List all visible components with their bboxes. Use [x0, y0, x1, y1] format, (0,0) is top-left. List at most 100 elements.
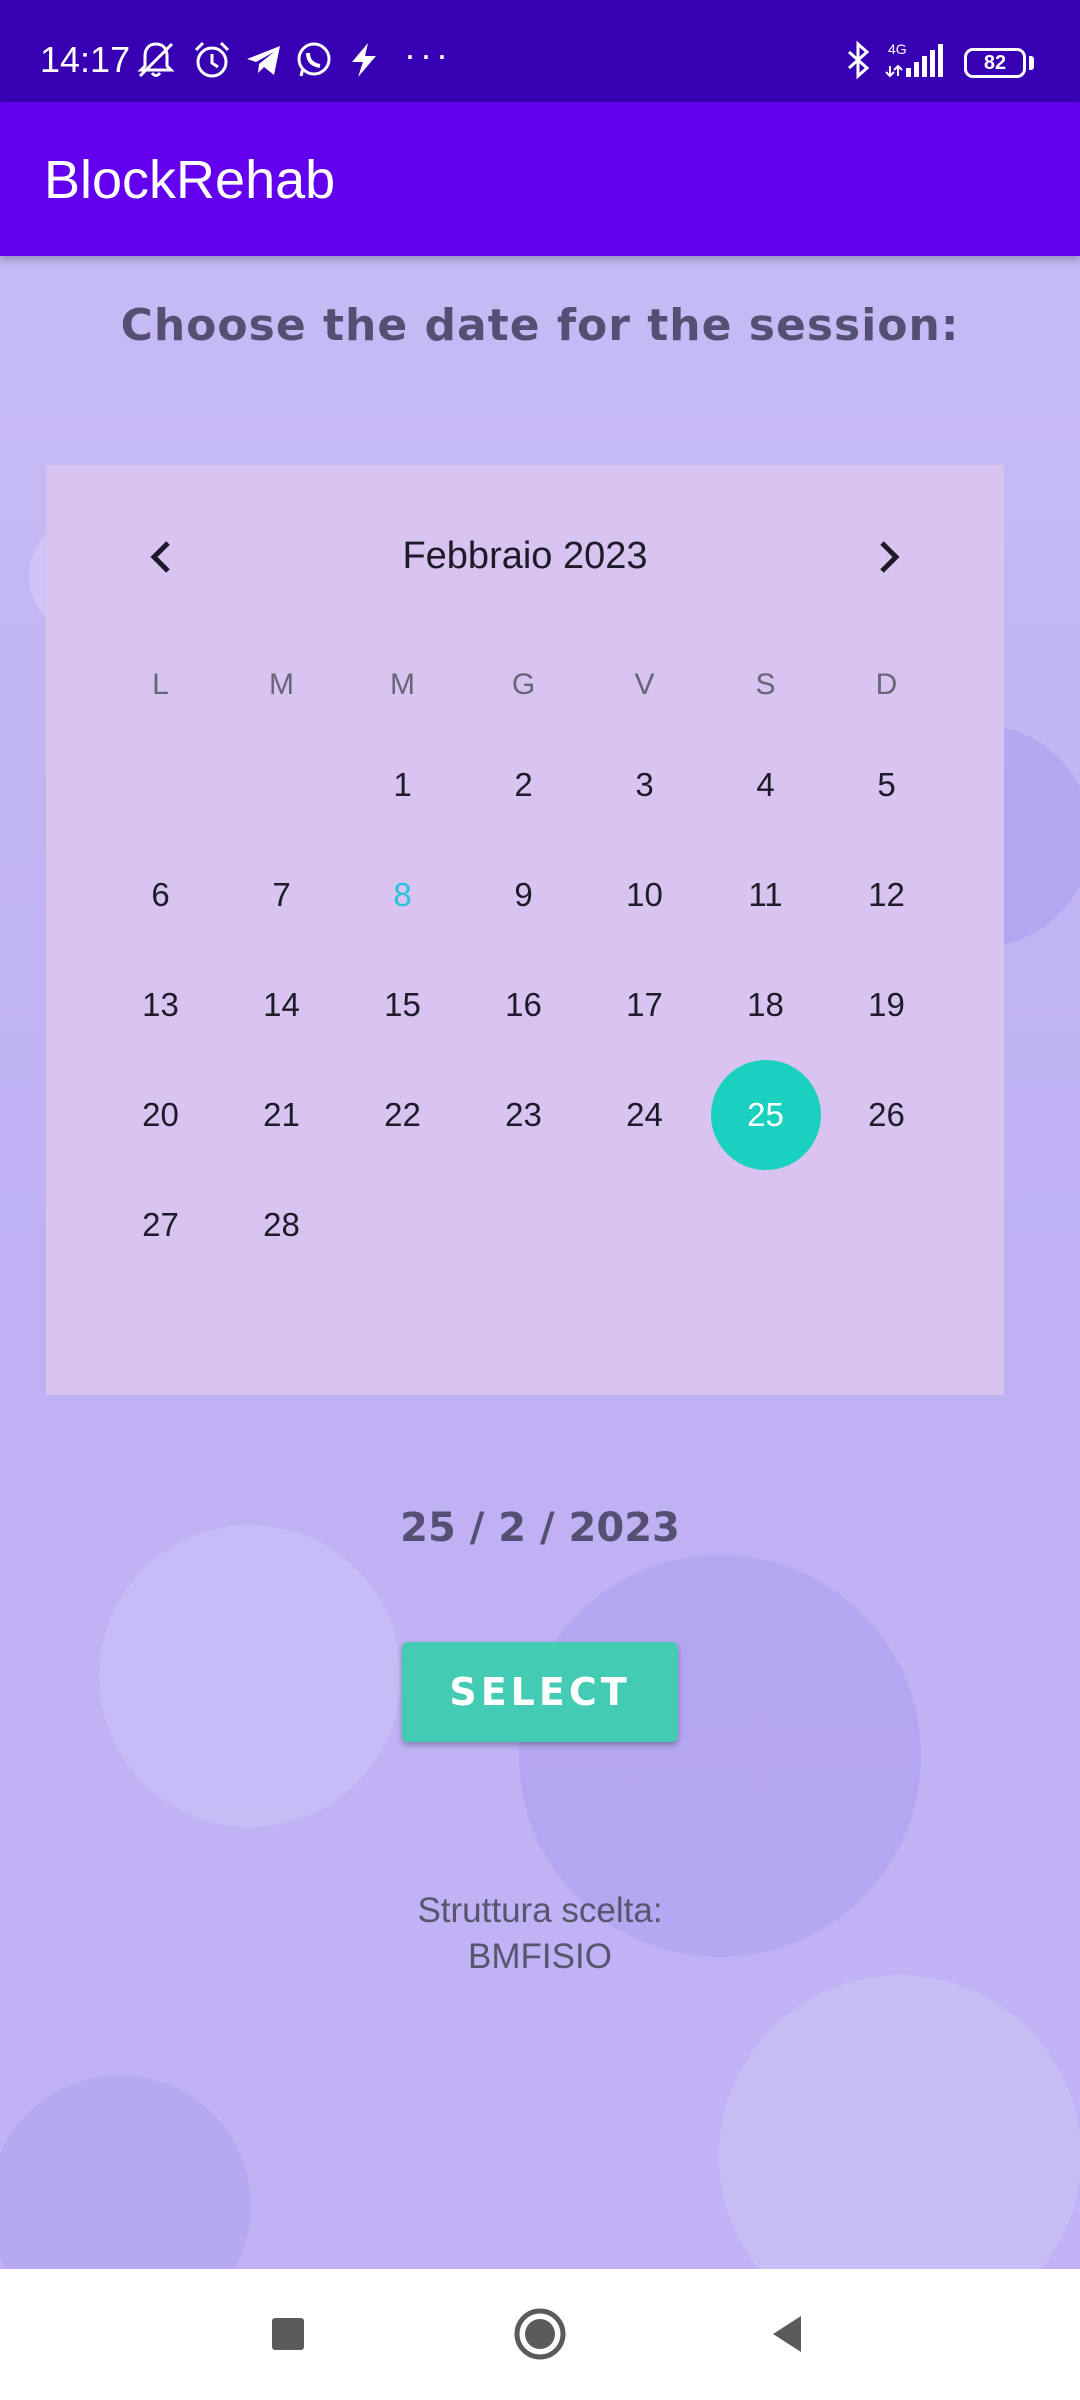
calendar-day-number: 25 [710, 1060, 821, 1170]
calendar-day-number: 21 [263, 1096, 300, 1133]
calendar-month-label: Febbraio 2023 [402, 535, 648, 577]
calendar-day-number: 26 [868, 1096, 905, 1133]
calendar-day[interactable]: 5 [826, 730, 947, 840]
calendar-day[interactable]: 16 [463, 950, 584, 1060]
calendar-day-number: 1 [393, 766, 412, 803]
calendar-day[interactable]: 12 [826, 840, 947, 950]
home-button[interactable] [505, 2299, 575, 2369]
calendar-day-number: 2 [514, 766, 533, 803]
calendar-day-number: 22 [384, 1096, 421, 1133]
bluetooth-icon [836, 38, 880, 82]
app-title: BlockRehab [44, 150, 336, 210]
calendar-day[interactable]: 9 [463, 840, 584, 950]
calendar-day-number: 6 [151, 876, 170, 913]
weekday-label: M [269, 668, 294, 701]
calendar-day-number: 19 [868, 986, 905, 1023]
calendar-day[interactable]: 6 [100, 840, 221, 950]
calendar-day-grid: 1 2 3 4 5 6 7 8 9 10 11 12 13 14 15 16 17 18 19 20 21 22 23 24 2… [100, 730, 950, 1280]
calendar-day-number: 14 [263, 986, 300, 1023]
battery-tip [1029, 56, 1034, 70]
calendar-day-number: 17 [626, 986, 663, 1023]
battery-indicator: 82 [964, 48, 1026, 78]
notifications-muted-icon [134, 38, 178, 82]
calendar-day[interactable]: 4 [705, 730, 826, 840]
calendar-day-number: 5 [877, 766, 896, 803]
calendar-day[interactable]: 3 [584, 730, 705, 840]
page-heading: Choose the date for the session: [120, 300, 960, 351]
system-navigation-bar [0, 2269, 1080, 2400]
weekday-label: D [875, 668, 898, 701]
calendar-day-number: 4 [756, 766, 775, 803]
whatsapp-icon [292, 38, 336, 82]
calendar-day-selected[interactable]: 25 [705, 1060, 826, 1170]
weekday-label: S [755, 668, 776, 701]
weekday-label: L [152, 668, 169, 701]
next-month-button[interactable] [856, 525, 920, 589]
back-button[interactable] [754, 2299, 824, 2369]
weekday-label: V [634, 668, 655, 701]
recents-square-icon [272, 2318, 304, 2350]
calendar: Febbraio 2023 L M M G V S D 1 2 3 4 5 6 7 8 9 10 1… [46, 465, 1004, 1395]
weekday-label: G [511, 668, 536, 701]
status-time: 14:17 [40, 39, 131, 80]
chosen-facility-value: BMFISIO [468, 1937, 612, 1976]
calendar-day[interactable]: 1 [342, 730, 463, 840]
calendar-day-today[interactable]: 8 [342, 840, 463, 950]
status-bar: 14:17 ··· 4G 82 [0, 0, 1080, 102]
calendar-day[interactable]: 18 [705, 950, 826, 1060]
calendar-day-number: 7 [272, 876, 291, 913]
chosen-facility-label: Struttura scelta: [417, 1891, 663, 1930]
calendar-day[interactable]: 26 [826, 1060, 947, 1170]
calendar-day-number: 8 [393, 876, 412, 913]
calendar-day-number: 20 [142, 1096, 179, 1133]
calendar-day-number: 28 [263, 1206, 300, 1243]
calendar-day-number: 27 [142, 1206, 179, 1243]
calendar-day[interactable]: 22 [342, 1060, 463, 1170]
calendar-day-number: 16 [505, 986, 542, 1023]
calendar-day[interactable]: 7 [221, 840, 342, 950]
calendar-day[interactable]: 13 [100, 950, 221, 1060]
weekday-label: M [390, 668, 415, 701]
calendar-day[interactable]: 2 [463, 730, 584, 840]
calendar-day-number: 10 [626, 876, 663, 913]
chosen-facility: Struttura scelta: BMFISIO [0, 1888, 1080, 1980]
calendar-day-number: 24 [626, 1096, 663, 1133]
calendar-day-number: 18 [747, 986, 784, 1023]
select-button[interactable]: SELECT [402, 1642, 678, 1742]
back-triangle-icon [773, 2316, 801, 2352]
recents-button[interactable] [253, 2299, 323, 2369]
more-notifications-indicator: ··· [404, 34, 452, 75]
calendar-day-number: 3 [635, 766, 654, 803]
calendar-day[interactable]: 17 [584, 950, 705, 1060]
app-bar: BlockRehab [0, 102, 1080, 256]
calendar-day-number: 9 [514, 876, 533, 913]
calendar-day-number: 12 [868, 876, 905, 913]
home-circle-icon [514, 2308, 566, 2360]
alarm-icon [190, 38, 234, 82]
calendar-day-number: 23 [505, 1096, 542, 1133]
calendar-day[interactable]: 15 [342, 950, 463, 1060]
calendar-day[interactable]: 28 [221, 1170, 342, 1280]
calendar-day[interactable]: 11 [705, 840, 826, 950]
signal-strength-icon [884, 38, 954, 82]
calendar-empty-cell [100, 730, 221, 840]
telegram-icon [242, 38, 286, 82]
selected-date-display: 25 / 2 / 2023 [400, 1505, 680, 1551]
calendar-day[interactable]: 10 [584, 840, 705, 950]
chevron-right-icon [880, 541, 900, 573]
flash-icon [342, 38, 386, 82]
calendar-day[interactable]: 23 [463, 1060, 584, 1170]
calendar-day[interactable]: 14 [221, 950, 342, 1060]
calendar-day[interactable]: 20 [100, 1060, 221, 1170]
calendar-day[interactable]: 21 [221, 1060, 342, 1170]
calendar-day[interactable]: 24 [584, 1060, 705, 1170]
previous-month-button[interactable] [130, 525, 194, 589]
calendar-day-number: 11 [748, 876, 783, 913]
calendar-day[interactable]: 27 [100, 1170, 221, 1280]
calendar-day[interactable]: 19 [826, 950, 947, 1060]
calendar-empty-cell [221, 730, 342, 840]
calendar-day-number: 13 [142, 986, 179, 1023]
calendar-day-number: 15 [384, 986, 421, 1023]
calendar-weekday-header: L M M G V S D [100, 665, 950, 705]
chevron-left-icon [150, 541, 170, 573]
